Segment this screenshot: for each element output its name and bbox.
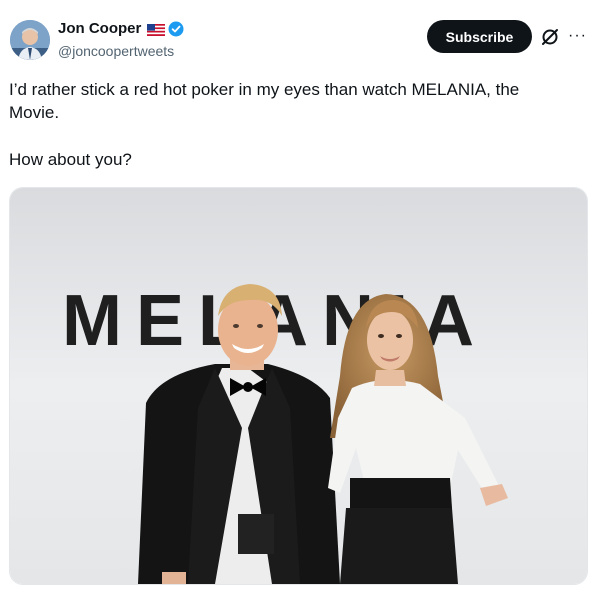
avatar-image [10,20,50,60]
author-name-row: Jon Cooper [58,20,184,37]
author-handle[interactable]: @joncoopertweets [58,43,174,59]
subscribe-button[interactable]: Subscribe [427,20,532,53]
tweet-text: I’d rather stick a red hot poker in my e… [9,78,569,171]
tweet-text-line-1: I’d rather stick a red hot poker in my e… [9,80,520,122]
author-avatar[interactable] [10,20,50,60]
grok-icon[interactable] [540,27,560,47]
photo-image: MELANIA [10,188,587,584]
more-options-icon[interactable]: ··· [568,27,588,44]
us-flag-icon [147,23,166,36]
author-display-name[interactable]: Jon Cooper [58,20,141,37]
tweet-media-photo[interactable]: MELANIA [9,187,588,585]
tweet-text-line-2: How about you? [9,150,132,169]
tweet-header: Jon Cooper @joncoopertweets Subscribe ··… [0,0,600,70]
verified-badge-icon [168,21,184,37]
